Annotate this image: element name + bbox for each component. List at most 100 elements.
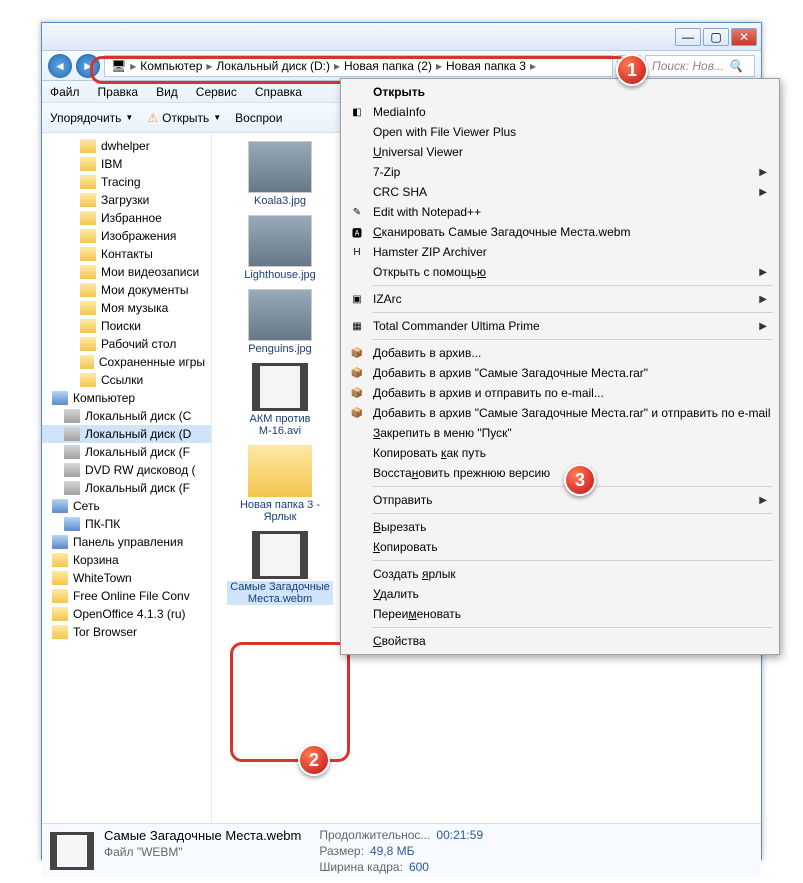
organize-button[interactable]: Упорядочить▼ xyxy=(50,111,133,125)
ctx-item[interactable]: 🅰Сканировать Самые Загадочные Места.webm xyxy=(343,222,777,242)
tree-label: Сохраненные игры xyxy=(99,355,205,369)
tree-label: Мои документы xyxy=(101,283,188,297)
ctx-icon: 📦 xyxy=(349,345,365,361)
menu-Файл[interactable]: Файл xyxy=(50,85,80,99)
menu-Сервис[interactable]: Сервис xyxy=(196,85,237,99)
ctx-item[interactable]: ✎Edit with Notepad++ xyxy=(343,202,777,222)
tree-item[interactable]: Сохраненные игры xyxy=(42,353,211,371)
ctx-item[interactable]: ▦Total Commander Ultima Prime▶ xyxy=(343,316,777,336)
crumb[interactable]: Локальный диск (D:) xyxy=(216,59,330,73)
file-item[interactable]: Lighthouse.jpg xyxy=(220,215,340,281)
file-item[interactable]: Новая папка 3 - Ярлык xyxy=(220,445,340,523)
back-button[interactable]: ◄ xyxy=(48,54,72,78)
tree-item[interactable]: Панель управления xyxy=(42,533,211,551)
ctx-item[interactable]: Удалить xyxy=(343,584,777,604)
ctx-item[interactable]: Копировать как путь xyxy=(343,443,777,463)
menu-Вид[interactable]: Вид xyxy=(156,85,178,99)
play-button[interactable]: Воспрои xyxy=(235,111,282,125)
tree-item[interactable]: Tracing xyxy=(42,173,211,191)
tree-item[interactable]: Локальный диск (D xyxy=(42,425,211,443)
ctx-label: 7-Zip xyxy=(373,165,400,179)
crumb[interactable]: Новая папка (2) xyxy=(344,59,432,73)
maximize-button[interactable]: ▢ xyxy=(703,28,729,46)
search-input[interactable]: Поиск: Нов... 🔍 xyxy=(645,55,755,77)
ctx-item[interactable]: Переименовать xyxy=(343,604,777,624)
minimize-button[interactable]: — xyxy=(675,28,701,46)
ctx-item[interactable]: 7-Zip ▶ xyxy=(343,162,777,182)
tree-item[interactable]: Локальный диск (F xyxy=(42,443,211,461)
tree-item[interactable]: Корзина xyxy=(42,551,211,569)
tree-item[interactable]: Загрузки xyxy=(42,191,211,209)
tree-item[interactable]: dwhelper xyxy=(42,137,211,155)
file-item[interactable]: Koala3.jpg xyxy=(220,141,340,207)
tree-item[interactable]: Мои видеозаписи xyxy=(42,263,211,281)
file-item[interactable]: Penguins.jpg xyxy=(220,289,340,355)
ctx-icon: H xyxy=(349,244,365,260)
tree-item[interactable]: IBM xyxy=(42,155,211,173)
ctx-item[interactable]: Открыть с помощью▶ xyxy=(343,262,777,282)
ctx-item[interactable]: Создать ярлык xyxy=(343,564,777,584)
tree-item[interactable]: Сеть xyxy=(42,497,211,515)
file-item[interactable]: АКМ против М-16.avi xyxy=(220,363,340,437)
ctx-item[interactable]: 📦Добавить в архив "Самые Загадочные Мест… xyxy=(343,403,777,423)
tree-item[interactable]: Контакты xyxy=(42,245,211,263)
submenu-arrow-icon: ▶ xyxy=(759,495,767,506)
crumb[interactable]: Новая папка 3 xyxy=(446,59,526,73)
tree-item[interactable]: Моя музыка xyxy=(42,299,211,317)
menu-Правка[interactable]: Правка xyxy=(98,85,139,99)
tree-item[interactable]: Локальный диск (F xyxy=(42,479,211,497)
ctx-item[interactable]: ▣IZArc▶ xyxy=(343,289,777,309)
file-item[interactable]: Самые Загадочные Места.webm xyxy=(220,531,340,605)
folder-icon xyxy=(52,589,68,603)
ctx-item[interactable]: 📦Добавить в архив... xyxy=(343,343,777,363)
ctx-item[interactable]: Вырезать xyxy=(343,517,777,537)
ctx-label: Открыть xyxy=(373,85,425,99)
tree-item[interactable]: Избранное xyxy=(42,209,211,227)
ctx-label: Добавить в архив "Самые Загадочные Места… xyxy=(373,406,771,420)
tree-item[interactable]: Tor Browser xyxy=(42,623,211,641)
ctx-item[interactable]: Копировать xyxy=(343,537,777,557)
menu-Справка[interactable]: Справка xyxy=(255,85,302,99)
tree-item[interactable]: Локальный диск (C xyxy=(42,407,211,425)
submenu-arrow-icon: ▶ xyxy=(759,167,767,178)
drive-icon xyxy=(64,427,80,441)
tree-label: Панель управления xyxy=(73,535,183,549)
status-duration: 00:21:59 xyxy=(436,828,483,842)
ctx-item[interactable]: HHamster ZIP Archiver xyxy=(343,242,777,262)
crumb[interactable]: Компьютер xyxy=(140,59,202,73)
ctx-item[interactable]: 📦Добавить в архив и отправить по e-mail.… xyxy=(343,383,777,403)
forward-button[interactable]: ► xyxy=(76,54,100,78)
ctx-item[interactable]: Свойства xyxy=(343,631,777,651)
close-button[interactable]: ✕ xyxy=(731,28,757,46)
ctx-label: Открыть с помощью xyxy=(373,265,486,279)
tree-item[interactable]: WhiteTown xyxy=(42,569,211,587)
breadcrumb[interactable]: 🖥 ▸Компьютер▸Локальный диск (D:)▸Новая п… xyxy=(104,55,613,77)
tree-item[interactable]: Мои документы xyxy=(42,281,211,299)
ctx-item[interactable]: Отправить▶ xyxy=(343,490,777,510)
submenu-arrow-icon: ▶ xyxy=(759,294,767,305)
ctx-item[interactable]: Open with File Viewer Plus xyxy=(343,122,777,142)
ctx-item[interactable]: Восстановить прежнюю версию xyxy=(343,463,777,483)
tree-item[interactable]: Изображения xyxy=(42,227,211,245)
tree-item[interactable]: Рабочий стол xyxy=(42,335,211,353)
ctx-item[interactable]: Universal Viewer xyxy=(343,142,777,162)
tree-label: Моя музыка xyxy=(101,301,168,315)
tree-item[interactable]: ПК-ПК xyxy=(42,515,211,533)
tree-label: WhiteTown xyxy=(73,571,132,585)
tree-item[interactable]: Ссылки xyxy=(42,371,211,389)
ctx-item[interactable]: ◧MediaInfo xyxy=(343,102,777,122)
ctx-item[interactable]: Закрепить в меню "Пуск" xyxy=(343,423,777,443)
ctx-label: Total Commander Ultima Prime xyxy=(373,319,540,333)
tree-item[interactable]: Компьютер xyxy=(42,389,211,407)
tree-label: Корзина xyxy=(73,553,119,567)
open-button[interactable]: ⚠Открыть▼ xyxy=(147,111,221,125)
folder-icon xyxy=(80,157,96,171)
ctx-item[interactable]: Открыть xyxy=(343,82,777,102)
tree-label: Локальный диск (F xyxy=(85,445,190,459)
tree-item[interactable]: DVD RW дисковод ( xyxy=(42,461,211,479)
tree-item[interactable]: Поиски xyxy=(42,317,211,335)
tree-item[interactable]: Free Online File Conv xyxy=(42,587,211,605)
tree-item[interactable]: OpenOffice 4.1.3 (ru) xyxy=(42,605,211,623)
ctx-item[interactable]: 📦Добавить в архив "Самые Загадочные Мест… xyxy=(343,363,777,383)
ctx-item[interactable]: CRC SHA▶ xyxy=(343,182,777,202)
